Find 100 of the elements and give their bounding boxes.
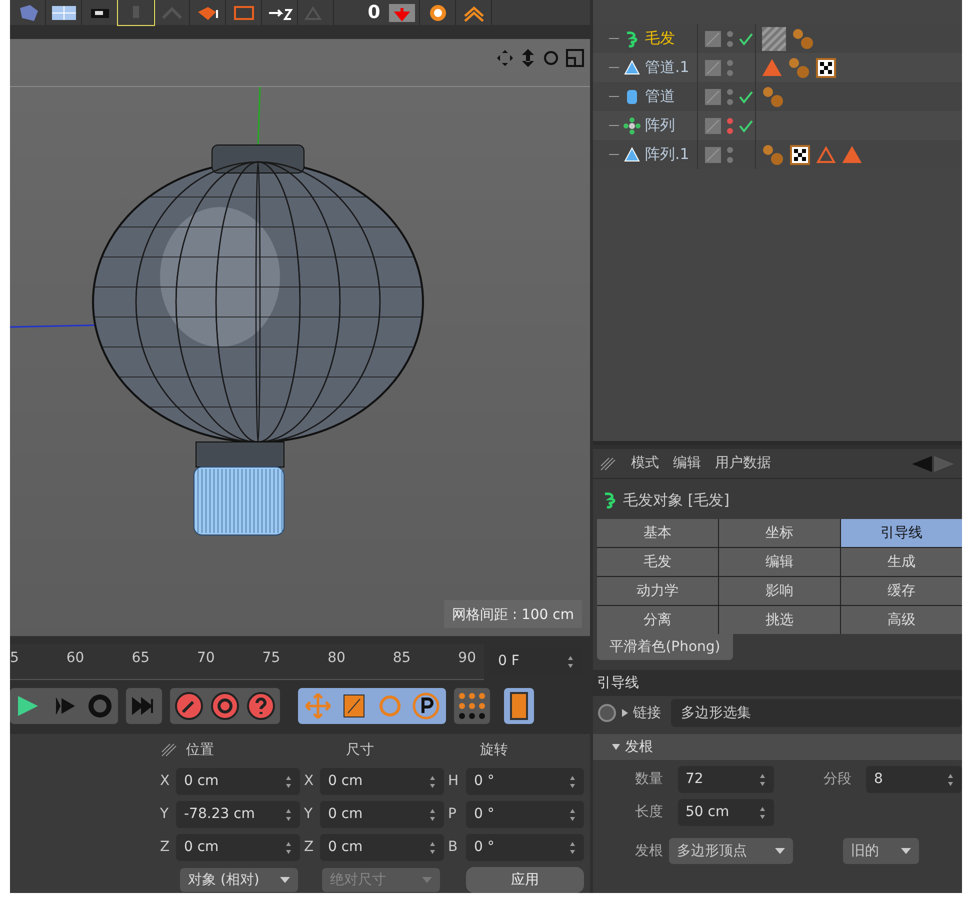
help-icon[interactable] bbox=[246, 691, 276, 722]
coordinate-mode-dropdown[interactable]: 对象 (相对) bbox=[180, 868, 298, 892]
parameter-icon[interactable] bbox=[410, 691, 442, 722]
attribute-tab[interactable]: 动力学 bbox=[597, 577, 718, 605]
checker-icon bbox=[816, 58, 836, 78]
striped-tag-icon bbox=[762, 26, 786, 50]
size-field[interactable]: 0 cm bbox=[320, 768, 444, 796]
attribute-tab[interactable]: 基本 bbox=[597, 519, 718, 547]
apply-button[interactable]: 应用 bbox=[466, 867, 584, 894]
visibility-dots-icon[interactable] bbox=[726, 144, 734, 164]
triangle-outline-icon bbox=[816, 146, 836, 164]
attribute-tab[interactable]: 编辑 bbox=[719, 548, 840, 576]
object-row[interactable]: 管道.1 bbox=[593, 53, 962, 82]
spinner-arrows-icon bbox=[285, 840, 292, 855]
column-header: 位置 bbox=[185, 740, 215, 760]
axis-label: B bbox=[448, 838, 459, 858]
root-dropdown[interactable]: 多边形顶点 bbox=[669, 838, 793, 864]
key-icon[interactable] bbox=[174, 691, 204, 722]
attribute-tab[interactable]: 挑选 bbox=[719, 606, 840, 634]
spinner-arrows-icon bbox=[429, 808, 436, 822]
object-name: 毛发 bbox=[645, 28, 675, 50]
time-dropdown[interactable]: 旧的 bbox=[843, 838, 919, 864]
attribute-tab[interactable]: 平滑着色(Phong) bbox=[597, 634, 733, 660]
position-field[interactable]: 0 cm bbox=[176, 834, 300, 862]
axis-label: X bbox=[160, 772, 171, 792]
axis-label: P bbox=[448, 805, 458, 824]
grip-icon bbox=[160, 742, 178, 758]
radio-icon[interactable] bbox=[597, 703, 617, 723]
attribute-tab[interactable]: 坐标 bbox=[719, 519, 840, 547]
spinner-arrows-icon bbox=[429, 774, 436, 789]
spinner-arrows-icon bbox=[285, 808, 292, 822]
size-field[interactable]: 0 cm bbox=[320, 834, 444, 862]
spinner-arrows-icon bbox=[569, 774, 576, 789]
timeline-ruler[interactable]: 5 60 65 70 75 80 85 90 bbox=[10, 644, 484, 680]
timeline-tick-label: 90 bbox=[458, 648, 476, 668]
layer-swatch-icon[interactable] bbox=[704, 88, 722, 106]
column-header: 旋转 bbox=[479, 740, 509, 760]
timeline-tick-label: 75 bbox=[262, 648, 280, 668]
size-field[interactable]: 0 cm bbox=[320, 801, 444, 828]
position-field[interactable]: -78.23 cm bbox=[176, 801, 300, 828]
layer-swatch-icon[interactable] bbox=[704, 58, 722, 76]
skip-end-icon[interactable] bbox=[126, 688, 162, 724]
visibility-dots-icon[interactable] bbox=[726, 86, 734, 106]
cycle-icon[interactable] bbox=[210, 691, 240, 722]
number-field[interactable]: 8 bbox=[866, 766, 962, 793]
group-header[interactable]: 发根 bbox=[593, 734, 962, 760]
array-icon bbox=[623, 116, 641, 134]
triangle-down-icon bbox=[611, 743, 621, 751]
rotation-field[interactable]: 0 ° bbox=[466, 768, 584, 796]
triangle-icon bbox=[842, 146, 862, 164]
triangle-icon bbox=[762, 58, 782, 76]
dots-grid-icon[interactable] bbox=[454, 688, 490, 724]
vertical-arrows-icon[interactable] bbox=[520, 48, 536, 66]
window-icon[interactable] bbox=[566, 48, 584, 66]
polygon-icon bbox=[623, 58, 641, 76]
spinner-arrows-icon bbox=[569, 840, 576, 855]
menu-item[interactable]: 编辑 bbox=[673, 453, 701, 474]
link-field[interactable]: 多边形选集 bbox=[671, 699, 962, 727]
timeline-tick-label: 80 bbox=[328, 648, 346, 668]
rotation-field[interactable]: 0 ° bbox=[466, 834, 584, 862]
number-field[interactable]: 50 cm bbox=[678, 799, 774, 826]
field-label: 长度 bbox=[635, 803, 664, 822]
axis-label: Y bbox=[160, 805, 170, 824]
attribute-tab[interactable]: 缓存 bbox=[841, 577, 962, 605]
spheres-icon bbox=[762, 144, 784, 166]
rotation-field[interactable]: 0 ° bbox=[466, 801, 584, 828]
timeline-tick-label: 85 bbox=[392, 648, 411, 668]
film-icon[interactable] bbox=[504, 688, 534, 724]
attribute-tab[interactable]: 影响 bbox=[719, 577, 840, 605]
object-name: 阵列 bbox=[645, 115, 675, 136]
check-icon[interactable] bbox=[738, 118, 754, 132]
field-label: 链接 bbox=[633, 704, 661, 722]
visibility-dots-icon[interactable] bbox=[726, 116, 734, 136]
visibility-dots-icon[interactable] bbox=[726, 28, 734, 48]
rotate-icon[interactable] bbox=[542, 48, 560, 66]
layer-swatch-icon[interactable] bbox=[704, 116, 722, 134]
visibility-dots-icon[interactable] bbox=[726, 58, 734, 78]
check-icon[interactable] bbox=[738, 32, 754, 46]
layer-swatch-icon[interactable] bbox=[704, 146, 722, 164]
attribute-tab[interactable]: 引导线 bbox=[841, 519, 962, 547]
attribute-tab[interactable]: 分离 bbox=[597, 606, 718, 634]
spheres-icon bbox=[792, 28, 814, 50]
attribute-tab[interactable]: 生成 bbox=[841, 548, 962, 576]
menu-item[interactable]: 用户数据 bbox=[715, 453, 771, 474]
section-title: 引导线 bbox=[597, 674, 639, 692]
menu-item[interactable]: 模式 bbox=[631, 453, 659, 474]
number-field[interactable]: 72 bbox=[678, 766, 774, 793]
position-field[interactable]: 0 cm bbox=[176, 768, 300, 796]
check-icon[interactable] bbox=[738, 90, 754, 104]
spinner-arrows-icon bbox=[947, 772, 954, 786]
triangle-right-icon[interactable] bbox=[621, 708, 629, 718]
layer-swatch-icon[interactable] bbox=[704, 30, 722, 48]
attribute-tab[interactable]: 毛发 bbox=[597, 548, 718, 576]
object-row[interactable]: 阵列 bbox=[593, 111, 962, 140]
attribute-tab[interactable]: 高级 bbox=[841, 606, 962, 634]
move-icon[interactable] bbox=[496, 48, 514, 66]
spinner-arrows-icon bbox=[429, 840, 436, 855]
back-arrow-icon[interactable] bbox=[910, 454, 956, 472]
spinner-arrows-icon bbox=[567, 654, 574, 669]
column-header: 尺寸 bbox=[345, 740, 375, 760]
